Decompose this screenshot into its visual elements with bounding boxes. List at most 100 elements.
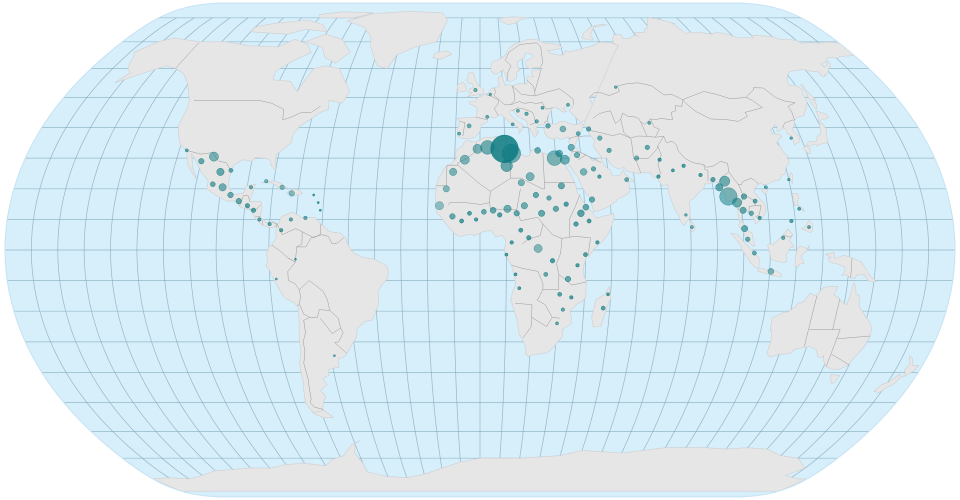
data-marker [481,209,487,215]
data-marker [789,136,793,140]
data-marker [500,159,513,172]
data-marker [526,235,532,241]
data-marker [534,119,539,124]
data-marker [488,92,492,97]
data-marker [525,172,535,181]
data-marker [473,87,478,93]
data-marker [457,131,461,136]
data-marker [739,206,747,214]
data-marker [606,292,610,297]
data-marker [504,252,509,257]
data-marker [557,182,565,190]
data-marker [657,157,662,162]
data-marker [579,168,588,176]
data-marker [279,184,285,190]
data-marker [480,140,495,155]
data-marker [573,151,581,159]
data-marker [216,167,225,176]
data-marker [449,167,458,176]
data-marker [597,174,602,179]
data-marker [467,210,472,216]
data-marker [595,240,600,245]
data-marker [575,131,581,136]
data-marker [781,235,786,240]
data-marker [634,155,640,161]
data-marker [517,179,525,187]
data-marker [509,240,514,245]
data-marker [748,210,754,216]
data-marker [647,121,652,125]
data-marker [520,202,528,210]
data-marker [671,168,675,173]
data-marker [459,218,464,224]
data-marker [267,221,272,227]
data-marker [518,227,524,233]
data-marker [501,144,521,163]
data-marker [524,111,529,116]
data-marker [312,193,316,197]
data-marker [588,196,596,203]
data-marker [740,193,748,200]
world-map [4,2,956,498]
data-marker [549,258,556,264]
data-marker [690,225,694,229]
data-marker [279,228,284,233]
data-marker [235,198,242,205]
data-marker [534,147,541,154]
data-marker [789,218,794,224]
data-marker [590,166,597,172]
data-marker [510,122,515,127]
data-marker [555,149,563,158]
data-marker [560,307,565,312]
data-marker [644,144,650,150]
data-marker [797,206,802,211]
data-marker [210,181,216,187]
data-marker [532,191,539,199]
data-marker [559,154,570,165]
data-marker [513,272,518,277]
data-marker [257,217,262,222]
data-marker [228,168,234,173]
data-marker [540,105,545,110]
data-marker [546,195,552,201]
data-marker [218,183,227,192]
data-marker [513,210,520,217]
data-marker [732,197,742,208]
data-marker [198,158,205,165]
data-marker [485,114,490,119]
data-marker [533,244,543,253]
data-marker [745,236,751,242]
data-marker [563,201,569,207]
data-marker [569,295,574,300]
data-marker [552,205,559,212]
data-marker [538,209,546,217]
data-marker [497,212,503,218]
data-marker [614,85,618,89]
data-marker [489,207,497,214]
data-marker [555,321,559,326]
data-marker [545,123,551,129]
data-marker [586,126,592,132]
data-marker [583,252,588,257]
data-marker [543,272,549,277]
data-marker [767,268,775,275]
data-marker [757,215,762,220]
data-marker [250,207,257,213]
data-marker [764,185,768,190]
data-marker [575,263,580,268]
data-marker [557,291,563,297]
data-marker [600,305,606,311]
data-marker [516,108,520,113]
data-marker [684,213,688,217]
data-marker [752,250,757,256]
data-marker [566,102,570,107]
data-marker [710,177,716,183]
data-marker [577,209,585,217]
data-marker [787,177,791,182]
data-marker [294,257,297,261]
data-marker [248,185,254,190]
data-marker [442,185,450,193]
data-marker [517,286,522,291]
data-marker [681,163,686,168]
data-marker [597,135,603,141]
